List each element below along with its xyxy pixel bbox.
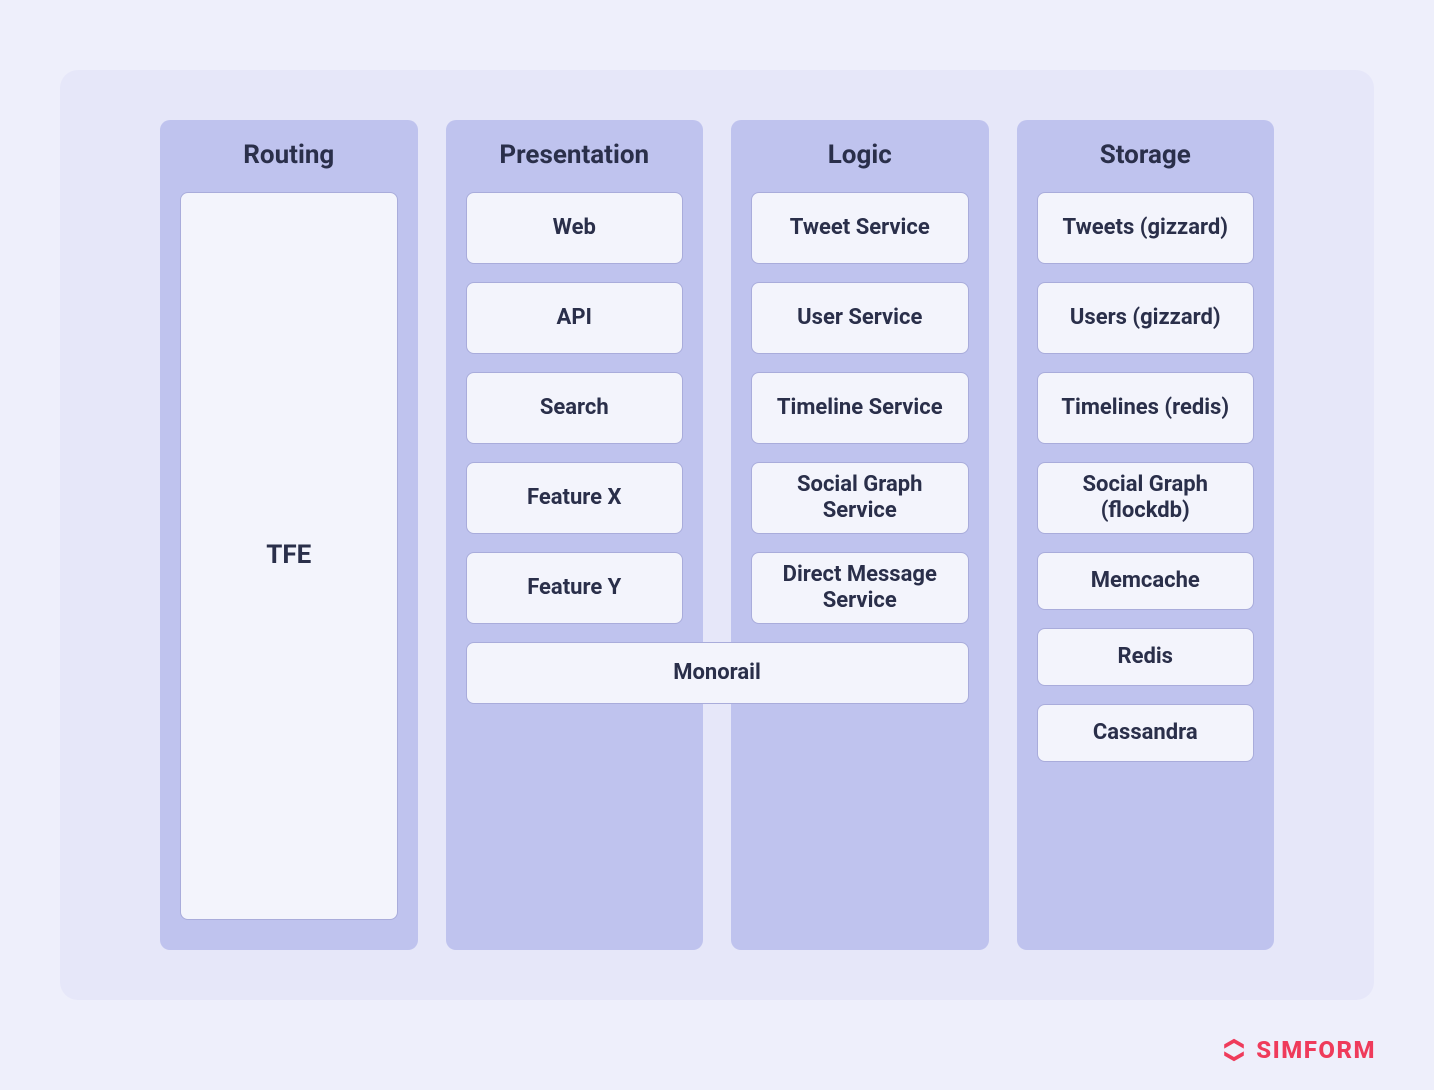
column-storage: Storage Tweets (gizzard) Users (gizzard)… xyxy=(1017,120,1275,950)
diagram-panel: Routing TFE Presentation Web API Search … xyxy=(60,70,1374,1000)
storage-box: Users (gizzard) xyxy=(1037,282,1255,354)
logic-box: Social Graph Service xyxy=(751,462,969,534)
routing-box-tfe: TFE xyxy=(180,192,398,920)
brand-logo: SIMFORM xyxy=(1220,1036,1376,1064)
brand-logo-icon xyxy=(1220,1036,1248,1064)
presentation-box: Search xyxy=(466,372,684,444)
column-title: Routing xyxy=(180,140,398,170)
brand-name: SIMFORM xyxy=(1256,1036,1376,1064)
column-logic: Logic Tweet Service User Service Timelin… xyxy=(731,120,989,950)
column-title: Presentation xyxy=(466,140,684,170)
storage-box: Cassandra xyxy=(1037,704,1255,762)
logic-box: Timeline Service xyxy=(751,372,969,444)
column-presentation: Presentation Web API Search Feature X Fe… xyxy=(446,120,704,950)
presentation-box: Feature Y xyxy=(466,552,684,624)
storage-box: Timelines (redis) xyxy=(1037,372,1255,444)
presentation-box: Web xyxy=(466,192,684,264)
column-title: Logic xyxy=(751,140,969,170)
storage-box: Redis xyxy=(1037,628,1255,686)
presentation-box: Feature X xyxy=(466,462,684,534)
column-routing: Routing TFE xyxy=(160,120,418,950)
presentation-stack: Web API Search Feature X Feature Y xyxy=(466,192,684,624)
spanning-box-monorail: Monorail xyxy=(466,642,969,704)
storage-stack: Tweets (gizzard) Users (gizzard) Timelin… xyxy=(1037,192,1255,762)
storage-box: Memcache xyxy=(1037,552,1255,610)
presentation-box: API xyxy=(466,282,684,354)
logic-box: Tweet Service xyxy=(751,192,969,264)
storage-box: Tweets (gizzard) xyxy=(1037,192,1255,264)
logic-box: User Service xyxy=(751,282,969,354)
logic-stack: Tweet Service User Service Timeline Serv… xyxy=(751,192,969,624)
columns-container: Routing TFE Presentation Web API Search … xyxy=(160,120,1274,950)
logic-box: Direct Message Service xyxy=(751,552,969,624)
storage-box: Social Graph (flockdb) xyxy=(1037,462,1255,534)
column-title: Storage xyxy=(1037,140,1255,170)
